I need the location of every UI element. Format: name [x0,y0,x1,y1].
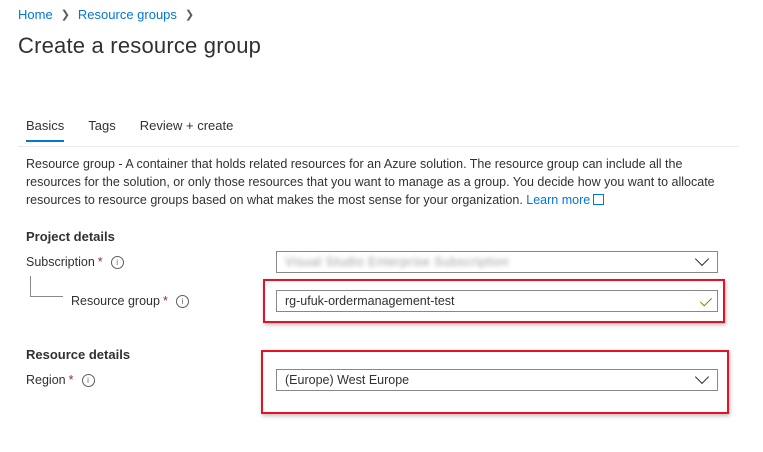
info-icon[interactable]: i [175,294,189,308]
project-details-heading: Project details [26,229,115,244]
tab-review-create[interactable]: Review + create [140,118,234,142]
subscription-dropdown[interactable]: Visual Studio Enterprise Subscription [276,251,718,273]
description-text: - A container that holds related resourc… [26,157,715,207]
resource-details-heading: Resource details [26,347,131,362]
breadcrumb-home[interactable]: Home [18,7,53,22]
chevron-right-icon: ❯ [184,9,195,21]
learn-more-link[interactable]: Learn more [526,193,605,207]
learn-more-label: Learn more [526,193,591,207]
breadcrumb-resource-groups[interactable]: Resource groups [78,7,177,22]
resource-group-label-text: Resource group [71,294,160,308]
subscription-value: Visual Studio Enterprise Subscription [285,255,509,269]
tree-connector [30,276,31,296]
tab-basics[interactable]: Basics [26,118,65,142]
subscription-label: Subscription * i [26,255,124,269]
subscription-label-text: Subscription [26,255,95,269]
external-link-icon [593,194,605,205]
highlight-box [261,350,729,414]
tab-bar: Basics Tags Review + create [26,118,257,142]
region-label-text: Region [26,373,66,387]
resource-group-label: Resource group * i [71,294,189,308]
breadcrumb: Home ❯ Resource groups ❯ [18,7,202,22]
chevron-down-icon [694,251,710,267]
required-marker: * [97,255,103,269]
info-icon[interactable]: i [110,255,124,269]
tab-tags[interactable]: Tags [88,118,115,142]
description: Resource group - A container that holds … [26,155,726,209]
tab-divider [18,146,739,147]
required-marker: * [162,294,168,308]
page-title: Create a resource group [18,33,262,58]
description-term: Resource group [26,157,115,171]
chevron-right-icon: ❯ [60,9,70,21]
highlight-box [263,279,725,323]
required-marker: * [68,373,74,387]
tree-connector [30,296,63,297]
info-icon[interactable]: i [81,373,95,387]
region-label: Region * i [26,373,95,387]
